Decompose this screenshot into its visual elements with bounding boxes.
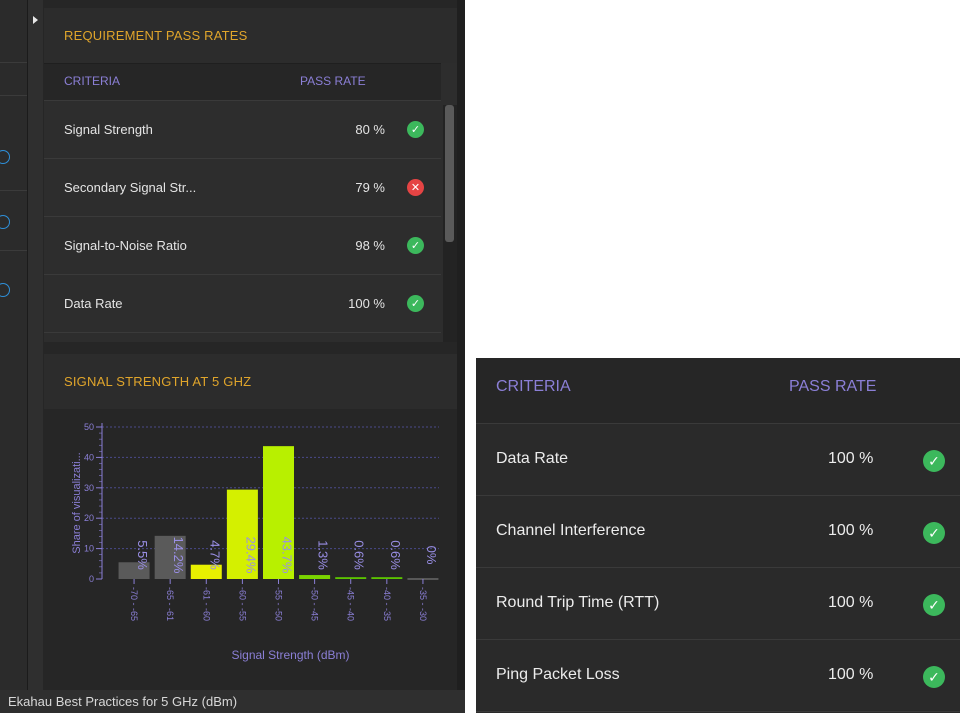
y-tick-label: 30 — [84, 483, 94, 493]
y-axis-label: Share of visualizati... — [71, 452, 83, 554]
table-row[interactable]: Signal-to-Noise Ratio 98 % ✓ — [44, 217, 441, 275]
y-tick-label: 40 — [84, 452, 94, 462]
criteria-name: Signal-to-Noise Ratio — [64, 238, 187, 253]
table-row[interactable]: Signal Strength 80 % ✓ — [44, 101, 441, 159]
list-divider — [0, 250, 27, 251]
table-row[interactable]: Data Rate 100 % ✓ — [44, 275, 441, 333]
table-row[interactable]: Ping Packet Loss 100 % ✓ — [476, 640, 960, 712]
collapsed-side-list — [0, 0, 28, 690]
data-label: 0% — [424, 546, 439, 565]
pass-rate-column-header[interactable]: PASS RATE — [300, 74, 366, 88]
criteria-name: Ping Packet Loss — [496, 666, 620, 683]
bar — [335, 577, 367, 579]
pass-rate-value: 100 % — [828, 450, 874, 467]
window-edge — [457, 0, 465, 690]
requirement-set-label[interactable]: Ekahau Best Practices for 5 GHz (dBm) — [8, 694, 237, 709]
data-label: 4.7% — [207, 540, 222, 570]
x-tick-label: -45 - -40 — [346, 587, 356, 621]
radio-ring-icon[interactable] — [0, 283, 10, 297]
fail-cross-icon: ✕ — [407, 179, 424, 196]
pass-rate-value: 100 % — [828, 594, 874, 611]
x-tick-label: -55 - -50 — [274, 587, 284, 621]
signal-strength-chart: 0 10 20 30 40 50 Share of visualizati... 5.5% -7… — [71, 422, 439, 662]
bar — [299, 575, 331, 579]
requirement-pass-rates-panel: REQUIREMENT PASS RATES CRITERIA PASS RAT… — [44, 8, 457, 342]
pass-check-icon: ✓ — [407, 121, 424, 138]
criteria-name: Secondary Signal Str... — [64, 180, 197, 195]
x-tick-label: -40 - -35 — [382, 587, 392, 621]
x-axis-label: Signal Strength (dBm) — [231, 648, 349, 662]
table-row[interactable]: Channel Interference 100 % ✓ — [476, 496, 960, 568]
signal-strength-panel: SIGNAL STRENGTH AT 5 GHZ 0 10 20 30 40 50 Shar… — [44, 354, 457, 684]
data-label: 14.2% — [171, 537, 186, 574]
criteria-name: Signal Strength — [64, 122, 153, 137]
pass-rate-value: 100 % — [828, 666, 874, 683]
expand-arrow-icon[interactable] — [33, 16, 38, 24]
pass-check-icon: ✓ — [407, 295, 424, 312]
x-tick-label: -60 - -55 — [237, 587, 247, 621]
data-label: 1.3% — [316, 540, 331, 570]
table-header: CRITERIA PASS RATE — [476, 358, 960, 424]
pass-rate-value: 100 % — [828, 522, 874, 539]
x-tick-label: -50 - -45 — [310, 587, 320, 621]
list-divider — [0, 62, 27, 63]
data-label: 43.7% — [280, 537, 295, 574]
y-tick-label: 20 — [84, 513, 94, 523]
list-divider — [0, 95, 27, 96]
data-label: 0.6% — [388, 540, 403, 570]
pass-check-icon: ✓ — [923, 666, 945, 688]
criteria-name: Data Rate — [496, 450, 569, 467]
main-window: REQUIREMENT PASS RATES CRITERIA PASS RAT… — [0, 0, 465, 713]
y-tick-label: 10 — [84, 544, 94, 554]
table-row[interactable]: Data Rate 100 % ✓ — [476, 424, 960, 496]
panel-header: REQUIREMENT PASS RATES — [44, 8, 457, 63]
scrollbar-thumb[interactable] — [445, 105, 454, 242]
pass-rate-value: 98 % — [355, 238, 385, 253]
pass-rate-column-header[interactable]: PASS RATE — [789, 378, 876, 396]
panel-gutter — [28, 0, 43, 690]
y-tick-label: 0 — [89, 574, 94, 584]
radio-ring-icon[interactable] — [0, 150, 10, 164]
criteria-column-header[interactable]: CRITERIA — [64, 74, 120, 88]
x-tick-label: -35 - -30 — [418, 587, 428, 621]
y-tick-label: 50 — [84, 422, 94, 432]
scrollbar[interactable] — [443, 105, 457, 342]
panel-header: SIGNAL STRENGTH AT 5 GHZ — [44, 354, 457, 409]
pass-rate-value: 100 % — [348, 296, 385, 311]
data-label: 5.5% — [135, 540, 150, 570]
table-header: CRITERIA PASS RATE — [44, 63, 441, 101]
x-tick-label: -70 - -65 — [129, 587, 139, 621]
pass-rate-value: 80 % — [355, 122, 385, 137]
criteria-name: Data Rate — [64, 296, 123, 311]
pass-rate-value: 79 % — [355, 180, 385, 195]
panel-title: SIGNAL STRENGTH AT 5 GHZ — [64, 374, 252, 389]
criteria-column-header[interactable]: CRITERIA — [496, 378, 571, 396]
bar — [371, 577, 403, 579]
table-row[interactable]: Secondary Signal Str... 79 % ✕ — [44, 159, 441, 217]
list-divider — [0, 190, 27, 191]
criteria-name: Channel Interference — [496, 522, 646, 539]
x-tick-label: -65 - -61 — [165, 587, 175, 621]
pass-check-icon: ✓ — [407, 237, 424, 254]
chart-area: 0 10 20 30 40 50 Share of visualizati... 5.5% -7… — [44, 409, 457, 684]
pass-check-icon: ✓ — [923, 594, 945, 616]
data-label: 29.4% — [243, 537, 258, 574]
status-bar: Ekahau Best Practices for 5 GHz (dBm) — [0, 690, 465, 713]
panel-title: REQUIREMENT PASS RATES — [64, 28, 248, 43]
pass-check-icon: ✓ — [923, 522, 945, 544]
data-label: 0.6% — [352, 540, 367, 570]
table-row[interactable]: Round Trip Time (RTT) 100 % ✓ — [476, 568, 960, 640]
pass-check-icon: ✓ — [923, 450, 945, 472]
zoomed-requirements-table: CRITERIA PASS RATE Data Rate 100 % ✓ Channe… — [476, 358, 960, 713]
radio-ring-icon[interactable] — [0, 215, 10, 229]
x-tick-label: -61 - -60 — [201, 587, 211, 621]
criteria-name: Round Trip Time (RTT) — [496, 594, 660, 611]
